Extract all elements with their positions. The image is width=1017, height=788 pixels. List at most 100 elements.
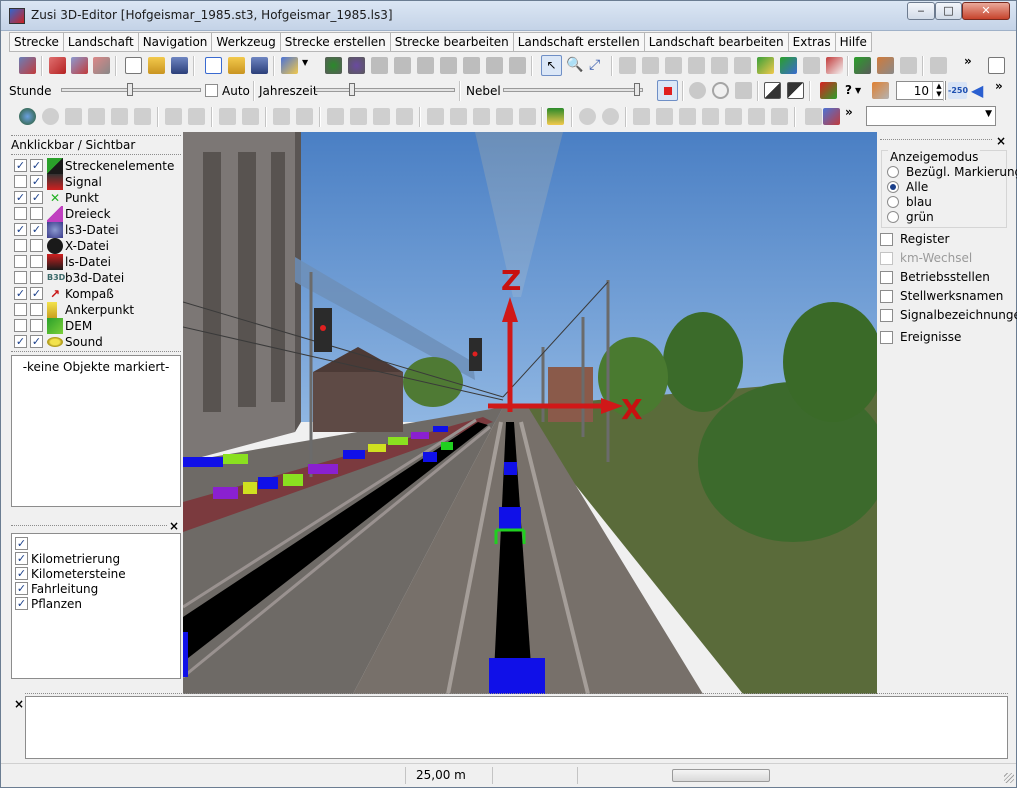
object-tool-10-icon[interactable] (273, 108, 290, 125)
track-tool-6-icon[interactable] (440, 57, 457, 74)
object-tool-8-icon[interactable] (219, 108, 236, 125)
visible-checkbox[interactable]: ✓ (30, 191, 43, 204)
overlay-option-checkbox[interactable] (880, 233, 893, 246)
open-folder-icon[interactable] (148, 57, 165, 74)
toolbar3-overflow-icon[interactable]: » (845, 105, 853, 119)
overlay-option-checkbox[interactable] (880, 331, 893, 344)
landscape-tool-1-icon[interactable] (854, 57, 871, 74)
edit-tool-9-icon[interactable] (803, 57, 820, 74)
landscape-tool-2-icon[interactable] (877, 57, 894, 74)
3d-viewport[interactable]: Z X (183, 132, 877, 694)
clickable-checkbox[interactable] (14, 255, 27, 268)
new-file-icon[interactable] (125, 57, 142, 74)
visible-checkbox[interactable] (30, 255, 43, 268)
zoom-icon[interactable]: 🔍 (566, 57, 583, 74)
menu-strecke-erstellen[interactable]: Strecke erstellen (279, 32, 391, 52)
view-tool-2-icon[interactable] (712, 82, 729, 99)
display-option-checkbox[interactable]: ✓ (15, 582, 28, 595)
visible-checkbox[interactable] (30, 239, 43, 252)
track-tool-5-icon[interactable] (417, 57, 434, 74)
edit-tool-7-icon[interactable] (757, 57, 774, 74)
shading-2-icon[interactable] (787, 82, 804, 99)
right-panel-close-icon[interactable]: × (996, 134, 1006, 148)
menu-extras[interactable]: Extras (787, 32, 836, 52)
overlay-option-row[interactable]: Register (880, 232, 1008, 248)
help-dropdown-icon[interactable]: ? (845, 83, 852, 97)
clickable-checkbox[interactable]: ✓ (14, 335, 27, 348)
object-tool-27-icon[interactable] (702, 108, 719, 125)
display-option-checkbox[interactable]: ✓ (15, 567, 28, 580)
track-tool-3-icon[interactable] (371, 57, 388, 74)
object-tool-20-icon[interactable] (519, 108, 536, 125)
clickable-checkbox[interactable] (14, 175, 27, 188)
object-tool-21-icon[interactable] (547, 108, 564, 125)
object-tool-26-icon[interactable] (679, 108, 696, 125)
select-cursor-icon[interactable]: ↖ (541, 55, 562, 76)
clickable-checkbox[interactable]: ✓ (14, 159, 27, 172)
record-button[interactable] (657, 80, 678, 101)
jahreszeit-slider-thumb[interactable] (349, 83, 355, 96)
clickable-checkbox[interactable] (14, 239, 27, 252)
toolbar-overflow-icon[interactable]: » (964, 54, 972, 68)
panel-grip[interactable] (11, 525, 167, 526)
track-tool-9-icon[interactable] (509, 57, 526, 74)
visible-checkbox[interactable]: ✓ (30, 223, 43, 236)
object-combo-box[interactable]: ▼ (866, 106, 996, 126)
landscape-tool-4-icon[interactable] (930, 57, 947, 74)
nebel-slider[interactable] (503, 83, 643, 96)
visible-checkbox[interactable]: ✓ (30, 175, 43, 188)
toolbar2-overflow-icon[interactable]: » (995, 79, 1003, 93)
stunde-slider-thumb[interactable] (127, 83, 133, 96)
checklist-icon[interactable] (988, 57, 1005, 74)
message-close-icon[interactable]: × (14, 697, 24, 711)
menu-landschaft-erstellen[interactable]: Landschaft erstellen (512, 32, 645, 52)
mode-radio[interactable] (887, 211, 899, 223)
panel-grip[interactable] (11, 351, 181, 352)
shading-1-icon[interactable] (764, 82, 781, 99)
object-tool-25-icon[interactable] (656, 108, 673, 125)
edit-tool-2-icon[interactable] (642, 57, 659, 74)
object-tool-6-icon[interactable] (165, 108, 182, 125)
step-spinner-value[interactable]: 10 (914, 84, 929, 98)
open-landscape-icon[interactable] (228, 57, 245, 74)
options-close-icon[interactable]: × (169, 519, 179, 533)
jahreszeit-slider[interactable] (315, 83, 455, 96)
mode-radio[interactable] (887, 196, 899, 208)
house-icon[interactable] (93, 57, 110, 74)
import-icon[interactable] (281, 57, 298, 74)
edit-tool-1-icon[interactable] (619, 57, 636, 74)
visible-checkbox[interactable] (30, 207, 43, 220)
visible-checkbox[interactable]: ✓ (30, 335, 43, 348)
track-tool-8-icon[interactable] (486, 57, 503, 74)
panel-grip[interactable] (880, 139, 992, 140)
object-tool-5-icon[interactable] (134, 108, 151, 125)
object-tool-2-icon[interactable] (65, 108, 82, 125)
edit-tool-8-icon[interactable] (780, 57, 797, 74)
minimize-button[interactable]: ‒ (907, 2, 935, 20)
object-tool-32-icon[interactable] (823, 108, 840, 125)
object-tool-7-icon[interactable] (188, 108, 205, 125)
save-icon[interactable] (171, 57, 188, 74)
display-option-checkbox[interactable]: ✓ (15, 552, 28, 565)
project-icon[interactable] (19, 57, 36, 74)
save-landscape-icon[interactable] (251, 57, 268, 74)
help-dropdown-arrow-icon[interactable]: ▼ (855, 86, 861, 95)
terrain-icon[interactable] (872, 82, 889, 99)
landscape-tool-3-icon[interactable] (900, 57, 917, 74)
object-tool-30-icon[interactable] (771, 108, 788, 125)
grid-color-icon[interactable] (820, 82, 837, 99)
object-tool-1-icon[interactable] (42, 108, 59, 125)
object-tool-14-icon[interactable] (373, 108, 390, 125)
overlay-option-checkbox[interactable] (880, 290, 893, 303)
object-tool-16-icon[interactable] (427, 108, 444, 125)
visible-checkbox[interactable]: ✓ (30, 159, 43, 172)
object-tool-24-icon[interactable] (633, 108, 650, 125)
close-button[interactable]: ✕ (962, 2, 1010, 20)
view-tool-1-icon[interactable] (689, 82, 706, 99)
view-tool-3-icon[interactable] (735, 82, 752, 99)
overlay-option-row[interactable]: Stellwerksnamen (880, 289, 1008, 305)
menu-landschaft[interactable]: Landschaft (62, 32, 139, 52)
resize-grip-icon[interactable] (1004, 773, 1014, 783)
object-tool-29-icon[interactable] (748, 108, 765, 125)
object-tool-28-icon[interactable] (725, 108, 742, 125)
